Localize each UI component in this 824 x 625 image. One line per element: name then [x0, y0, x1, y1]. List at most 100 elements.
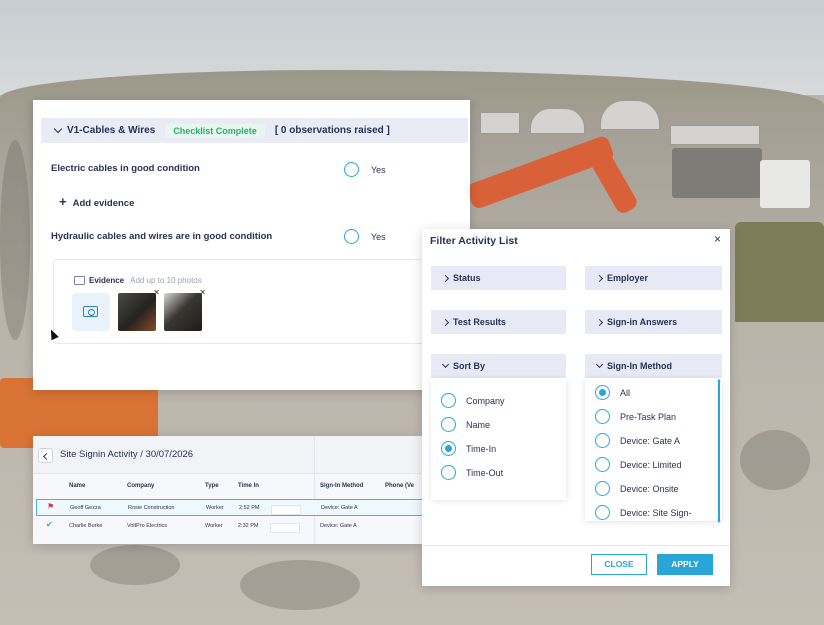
method-radio-pre-task-plan[interactable]	[595, 409, 610, 424]
filter-dialog: Filter Activity List × Status Employer T…	[422, 229, 730, 586]
dialog-title: Filter Activity List	[430, 235, 518, 247]
section-title: V1-Cables & Wires	[67, 125, 156, 136]
filter-section-signin-method[interactable]: Sign-In Method	[585, 354, 722, 378]
sort-option-label: Name	[466, 420, 491, 430]
section-label: Status	[453, 273, 481, 283]
signin-header: Site Signin Activity / 30/07/2026	[33, 436, 423, 474]
dialog-footer: CLOSE APPLY	[422, 545, 730, 586]
add-evidence-label: Add evidence	[72, 198, 135, 209]
scroll-down-arrow-icon[interactable]: ▼	[716, 519, 722, 525]
sort-option-label: Time-Out	[466, 468, 504, 478]
method-radio-gate-a[interactable]	[595, 433, 610, 448]
cell-method: Device: Gate A	[321, 505, 358, 511]
section-label: Sort By	[453, 361, 486, 371]
method-radio-onsite[interactable]	[595, 481, 610, 496]
evidence-header: Evidence Add up to 10 photos	[74, 276, 202, 285]
chevron-right-icon	[595, 318, 604, 326]
close-icon[interactable]: ×	[714, 232, 721, 246]
column-header-name: Name	[69, 483, 86, 489]
sort-radio-time-in[interactable]	[441, 441, 456, 456]
chevron-down-icon	[53, 124, 63, 134]
sort-options-list: Company Name Time-In Time-Out	[431, 378, 566, 500]
remove-photo-icon[interactable]: ✕	[153, 288, 160, 297]
section-label: Sign-In Method	[607, 361, 672, 371]
photo-thumbnail[interactable]: ✕	[118, 288, 160, 331]
status-badge: Checklist Complete	[165, 123, 265, 138]
camera-icon	[83, 306, 98, 317]
evidence-hint: Add up to 10 photos	[130, 276, 202, 285]
method-radio-all[interactable]	[595, 385, 610, 400]
sort-radio-time-out[interactable]	[441, 465, 456, 480]
chevron-right-icon	[441, 274, 450, 282]
add-photo-button[interactable]	[72, 293, 110, 331]
column-header-time-in: Time In	[238, 483, 259, 489]
remove-photo-icon[interactable]: ✕	[199, 288, 206, 297]
section-label: Sign-in Answers	[607, 317, 678, 327]
cell-time-in: 2:32 PM	[238, 523, 259, 529]
section-label: Employer	[607, 273, 649, 283]
section-label: Test Results	[453, 317, 506, 327]
sort-radio-company[interactable]	[441, 393, 456, 408]
column-header-type: Type	[205, 483, 219, 489]
yes-radio[interactable]	[344, 162, 359, 177]
chevron-right-icon	[595, 274, 604, 282]
method-option-label: Device: Gate A	[620, 436, 681, 446]
answer-label: Yes	[371, 165, 386, 175]
method-option-label: All	[620, 388, 631, 398]
flag-icon: ⚑	[47, 502, 55, 511]
filter-section-signin-answers[interactable]: Sign-in Answers	[585, 310, 722, 334]
back-button[interactable]	[38, 448, 53, 463]
sort-option-label: Company	[466, 396, 505, 406]
answer-label: Yes	[371, 232, 386, 242]
filter-section-employer[interactable]: Employer	[585, 266, 722, 290]
column-header-phone: Phone (Ve	[385, 483, 415, 489]
close-button[interactable]: CLOSE	[591, 554, 647, 575]
checklist-section-header[interactable]: V1-Cables & Wires Checklist Complete [ 0…	[41, 118, 468, 143]
chevron-down-icon	[595, 360, 604, 369]
filter-section-sort-by[interactable]: Sort By	[431, 354, 566, 378]
sort-option-label: Time-In	[466, 444, 497, 454]
evidence-box: Evidence Add up to 10 photos ✕ ✕	[53, 259, 470, 344]
method-option-label: Device: Limited	[620, 460, 682, 470]
method-option-label: Device: Onsite	[620, 484, 679, 494]
method-radio-site-sign[interactable]	[595, 505, 610, 520]
signature-thumbnail	[270, 523, 300, 533]
sort-radio-name[interactable]	[441, 417, 456, 432]
cell-time-in: 2:52 PM	[239, 505, 260, 511]
page-title: Site Signin Activity / 30/07/2026	[60, 449, 194, 460]
table-row[interactable]: ✔ Charlie Burke VoltPro Electrics Worker…	[36, 518, 423, 535]
cell-type: Worker	[206, 505, 224, 511]
filter-section-test-results[interactable]: Test Results	[431, 310, 566, 334]
question-text: Hydraulic cables and wires are in good c…	[51, 231, 273, 242]
observations-count: [ 0 observations raised ]	[274, 125, 390, 136]
checklist-panel: V1-Cables & Wires Checklist Complete [ 0…	[33, 100, 470, 390]
check-icon: ✔	[46, 520, 53, 529]
signin-activity-panel: Site Signin Activity / 30/07/2026 Name C…	[33, 436, 423, 544]
photo-thumbnail[interactable]: ✕	[164, 288, 206, 331]
question-text: Electric cables in good condition	[51, 163, 200, 174]
signin-method-options-list: All Pre-Task Plan Device: Gate A Device:…	[585, 378, 722, 521]
add-evidence-button[interactable]: + Add evidence	[59, 194, 134, 209]
cell-company: Rosie Construction	[128, 505, 175, 511]
cell-type: Worker	[205, 523, 223, 529]
plus-icon: +	[59, 194, 67, 209]
scrollbar[interactable]	[718, 381, 720, 521]
method-option-label: Pre-Task Plan	[620, 412, 677, 422]
column-header-company: Company	[127, 483, 155, 489]
yes-radio[interactable]	[344, 229, 359, 244]
cell-method: Device: Gate A	[320, 523, 357, 529]
method-radio-limited[interactable]	[595, 457, 610, 472]
signature-thumbnail	[271, 505, 301, 515]
filter-section-status[interactable]: Status	[431, 266, 566, 290]
chevron-down-icon	[441, 360, 450, 369]
cell-company: VoltPro Electrics	[127, 523, 168, 529]
gallery-icon	[74, 276, 85, 285]
column-header-method: Sign-In Method	[320, 483, 364, 489]
evidence-title: Evidence	[89, 276, 125, 285]
cell-name: Charlie Burke	[69, 523, 103, 529]
method-option-label: Device: Site Sign-	[620, 508, 692, 518]
apply-button[interactable]: APPLY	[657, 554, 713, 575]
chevron-right-icon	[441, 318, 450, 326]
table-row[interactable]: ⚑ Geoff Gezza Rosie Construction Worker …	[36, 499, 423, 516]
cell-name: Geoff Gezza	[70, 505, 101, 511]
